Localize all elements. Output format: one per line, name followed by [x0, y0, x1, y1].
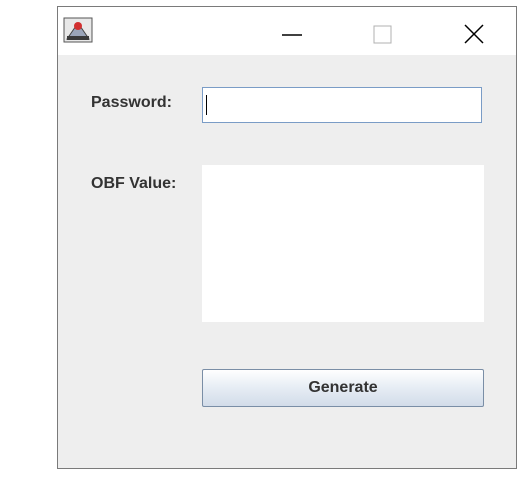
password-input[interactable] — [202, 87, 482, 123]
java-app-icon — [63, 17, 93, 43]
close-button[interactable] — [450, 11, 498, 51]
password-label: Password: — [91, 94, 172, 111]
title-bar[interactable] — [58, 7, 516, 55]
maximize-icon — [373, 25, 392, 44]
text-caret — [206, 95, 207, 115]
minimize-icon — [282, 34, 302, 36]
maximize-button[interactable] — [358, 11, 406, 51]
obf-value-label: OBF Value: — [91, 175, 177, 192]
obf-value-output[interactable] — [202, 165, 484, 322]
close-icon — [464, 24, 484, 44]
minimize-button[interactable] — [268, 11, 316, 51]
generate-button[interactable]: Generate — [202, 369, 484, 407]
obf-generator-window: Password: OBF Value: Generate — [57, 6, 517, 469]
